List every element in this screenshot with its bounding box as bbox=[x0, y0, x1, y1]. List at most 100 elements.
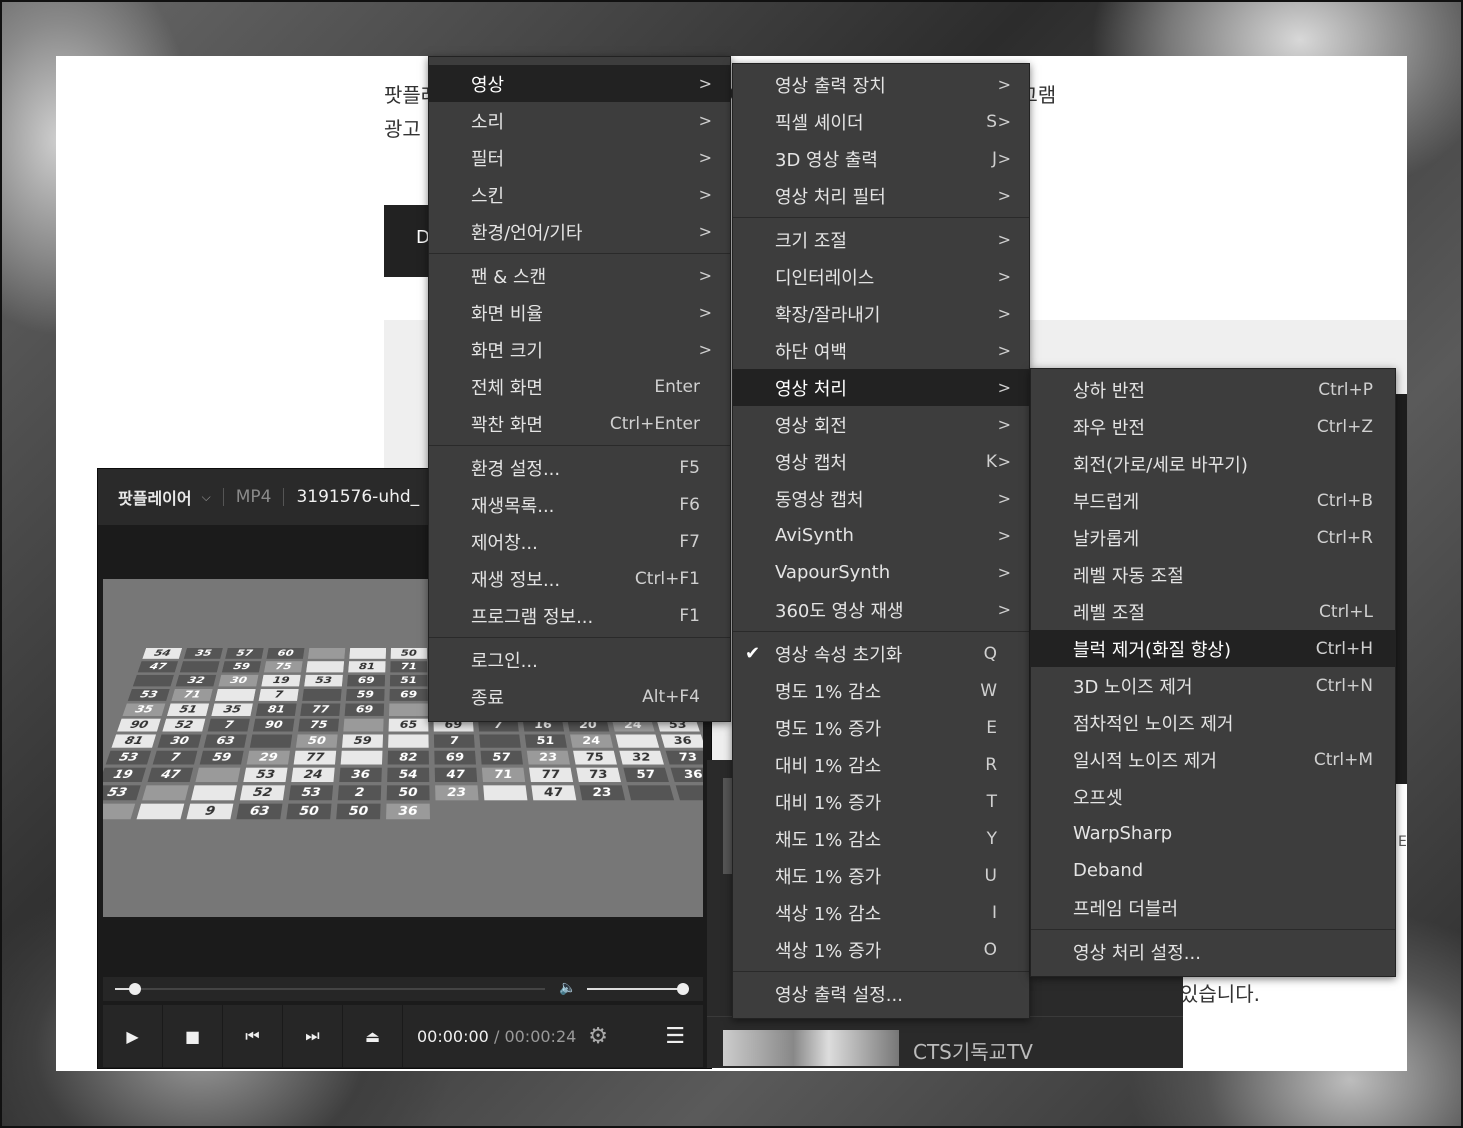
volume-icon[interactable]: 🔈 bbox=[559, 980, 576, 996]
video-menu-item[interactable]: 확장/잘라내기 > bbox=[733, 295, 1029, 332]
video-menu-item-label: 채도 1% 감소 bbox=[775, 829, 882, 851]
video-number-cell: 52 bbox=[162, 718, 206, 732]
hamburger-menu-icon[interactable]: ☰ bbox=[665, 1024, 685, 1049]
video-menu-item[interactable]: 디인터레이스 > bbox=[733, 258, 1029, 295]
main-menu-item-shortcut: F5 bbox=[679, 457, 700, 478]
video-menu-item[interactable]: 영상 처리 > bbox=[733, 369, 1029, 406]
chevron-right-icon: > bbox=[997, 112, 1011, 131]
eject-button[interactable]: ⏏ bbox=[343, 1005, 403, 1067]
video-menu-item-label: 영상 캡처 bbox=[775, 452, 847, 474]
processing-menu-item[interactable]: 상하 반전 Ctrl+P bbox=[1031, 371, 1395, 408]
seek-track[interactable] bbox=[115, 988, 545, 990]
processing-menu-item[interactable]: 3D 노이즈 제거 Ctrl+N bbox=[1031, 667, 1395, 704]
main-menu-item-label: 재생목록... bbox=[471, 495, 555, 517]
main-menu-item[interactable]: 제어창... F7 bbox=[429, 523, 730, 560]
volume-handle[interactable] bbox=[677, 983, 689, 995]
main-menu-item[interactable]: 환경/언어/기타 > bbox=[429, 213, 730, 250]
main-menu-item[interactable]: 소리 > bbox=[429, 102, 730, 139]
processing-menu-item[interactable]: 레벨 조절 Ctrl+L bbox=[1031, 593, 1395, 630]
video-menu-item[interactable]: 360도 영상 재생 > bbox=[733, 591, 1029, 628]
video-number-cell bbox=[215, 688, 256, 701]
processing-menu-item[interactable]: 부드럽게 Ctrl+B bbox=[1031, 482, 1395, 519]
chevron-down-icon[interactable]: ⌵ bbox=[202, 490, 211, 505]
video-menu-item[interactable]: 크기 조절 > bbox=[733, 221, 1029, 258]
main-menu-item[interactable]: 화면 크기 > bbox=[429, 331, 730, 368]
video-menu-item[interactable]: 영상 캡처 K > bbox=[733, 443, 1029, 480]
processing-menu-item[interactable]: 좌우 반전 Ctrl+Z bbox=[1031, 408, 1395, 445]
main-menu-item[interactable]: 스킨 > bbox=[429, 176, 730, 213]
video-number-cell: 23 bbox=[579, 785, 626, 801]
main-menu-item[interactable]: 화면 비율 > bbox=[429, 294, 730, 331]
video-menu-item-label: 명도 1% 감소 bbox=[775, 681, 882, 703]
video-menu-item-label: 영상 출력 설정... bbox=[775, 984, 903, 1006]
video-number-cell: 53 bbox=[304, 674, 343, 687]
video-menu-item[interactable]: 영상 회전 > bbox=[733, 406, 1029, 443]
processing-menu-item[interactable]: 오프셋 bbox=[1031, 778, 1395, 815]
video-menu-item[interactable]: 영상 출력 설정... bbox=[733, 975, 1029, 1012]
gear-icon[interactable]: ⚙ bbox=[588, 1024, 608, 1049]
main-menu-item[interactable]: 전체 화면 Enter bbox=[429, 368, 730, 405]
main-menu-item[interactable]: 필터 > bbox=[429, 139, 730, 176]
stop-button[interactable]: ■ bbox=[163, 1005, 223, 1067]
main-menu-item[interactable]: 로그인... bbox=[429, 641, 730, 678]
chevron-right-icon: > bbox=[997, 75, 1011, 94]
video-menu-item[interactable]: AviSynth > bbox=[733, 517, 1029, 554]
volume-slider[interactable] bbox=[587, 988, 683, 990]
processing-menu-item[interactable]: 일시적 노이즈 제거 Ctrl+M bbox=[1031, 741, 1395, 778]
next-button[interactable]: ⏭ bbox=[283, 1005, 343, 1067]
processing-menu-item[interactable]: 프레임 더블러 bbox=[1031, 889, 1395, 926]
main-menu-item[interactable]: 영상 > bbox=[429, 65, 730, 102]
video-menu-item[interactable]: 영상 출력 장치 > bbox=[733, 66, 1029, 103]
video-menu-item[interactable]: 하단 여백 > bbox=[733, 332, 1029, 369]
main-menu-item[interactable]: 재생목록... F6 bbox=[429, 486, 730, 523]
video-menu-item[interactable]: 채도 1% 증가 U bbox=[733, 857, 1029, 894]
main-menu-item-shortcut: F7 bbox=[679, 531, 700, 552]
chevron-right-icon: > bbox=[997, 378, 1011, 397]
video-menu-item[interactable]: 3D 영상 출력 J > bbox=[733, 140, 1029, 177]
seek-bar[interactable]: 🔈 bbox=[103, 977, 703, 1001]
main-menu-item[interactable]: 팬 & 스캔 > bbox=[429, 257, 730, 294]
video-menu-item[interactable]: 대비 1% 증가 T bbox=[733, 783, 1029, 820]
chevron-right-icon: > bbox=[698, 266, 712, 285]
main-menu-item[interactable]: 꽉찬 화면 Ctrl+Enter bbox=[429, 405, 730, 442]
channel-name[interactable]: CTS기독교TV bbox=[913, 1036, 1033, 1065]
processing-menu-item-label: 레벨 자동 조절 bbox=[1073, 565, 1184, 587]
video-menu-item[interactable]: 영상 처리 필터 > bbox=[733, 177, 1029, 214]
processing-menu-item[interactable]: 영상 처리 설정... bbox=[1031, 933, 1395, 970]
main-menu-item[interactable]: 재생 정보... Ctrl+F1 bbox=[429, 560, 730, 597]
player-brand[interactable]: 팟플레이어 bbox=[118, 485, 192, 509]
video-number-cell bbox=[483, 785, 528, 801]
video-menu-item-label: 색상 1% 감소 bbox=[775, 903, 882, 925]
previous-button[interactable]: ⏮ bbox=[223, 1005, 283, 1067]
channel-thumbnail[interactable] bbox=[723, 1030, 899, 1066]
time-separator: / bbox=[493, 1026, 500, 1046]
video-menu-item[interactable]: 색상 1% 증가 O bbox=[733, 931, 1029, 968]
processing-menu-item[interactable]: WarpSharp bbox=[1031, 815, 1395, 852]
main-menu-item[interactable]: 환경 설정... F5 bbox=[429, 449, 730, 486]
video-number-cell: 59 bbox=[221, 661, 262, 673]
processing-menu-item[interactable]: 블럭 제거(화질 향상) Ctrl+H bbox=[1031, 630, 1395, 667]
video-menu-item[interactable]: 동영상 캡처 > bbox=[733, 480, 1029, 517]
processing-menu-item[interactable]: 레벨 자동 조절 bbox=[1031, 556, 1395, 593]
video-menu-item[interactable]: 대비 1% 감소 R bbox=[733, 746, 1029, 783]
video-menu-item[interactable]: ✔ 영상 속성 초기화 Q bbox=[733, 635, 1029, 672]
processing-menu-item[interactable]: 날카롭게 Ctrl+R bbox=[1031, 519, 1395, 556]
main-menu-item[interactable]: 종료 Alt+F4 bbox=[429, 678, 730, 715]
video-number-cell: 59 bbox=[199, 750, 244, 765]
main-menu-item[interactable]: 프로그램 정보... F1 bbox=[429, 597, 730, 634]
video-menu-item[interactable]: 명도 1% 증가 E bbox=[733, 709, 1029, 746]
video-number-cell bbox=[103, 803, 136, 820]
processing-menu-item[interactable]: 점차적인 노이즈 제거 bbox=[1031, 704, 1395, 741]
play-button[interactable]: ▶ bbox=[103, 1005, 163, 1067]
processing-menu-item-shortcut: Ctrl+R bbox=[1316, 527, 1373, 548]
processing-menu-item[interactable]: Deband bbox=[1031, 852, 1395, 889]
video-menu-item[interactable]: 픽셀 셰이더 S > bbox=[733, 103, 1029, 140]
processing-menu-item[interactable]: 회전(가로/세로 바꾸기) bbox=[1031, 445, 1395, 482]
seek-handle[interactable] bbox=[129, 983, 141, 995]
video-menu-item[interactable]: 채도 1% 감소 Y bbox=[733, 820, 1029, 857]
video-number-cell: 54 bbox=[387, 767, 430, 783]
video-menu-item[interactable]: VapourSynth > bbox=[733, 554, 1029, 591]
video-number-cell: 30 bbox=[157, 734, 202, 748]
video-menu-item[interactable]: 색상 1% 감소 I bbox=[733, 894, 1029, 931]
video-menu-item[interactable]: 명도 1% 감소 W bbox=[733, 672, 1029, 709]
